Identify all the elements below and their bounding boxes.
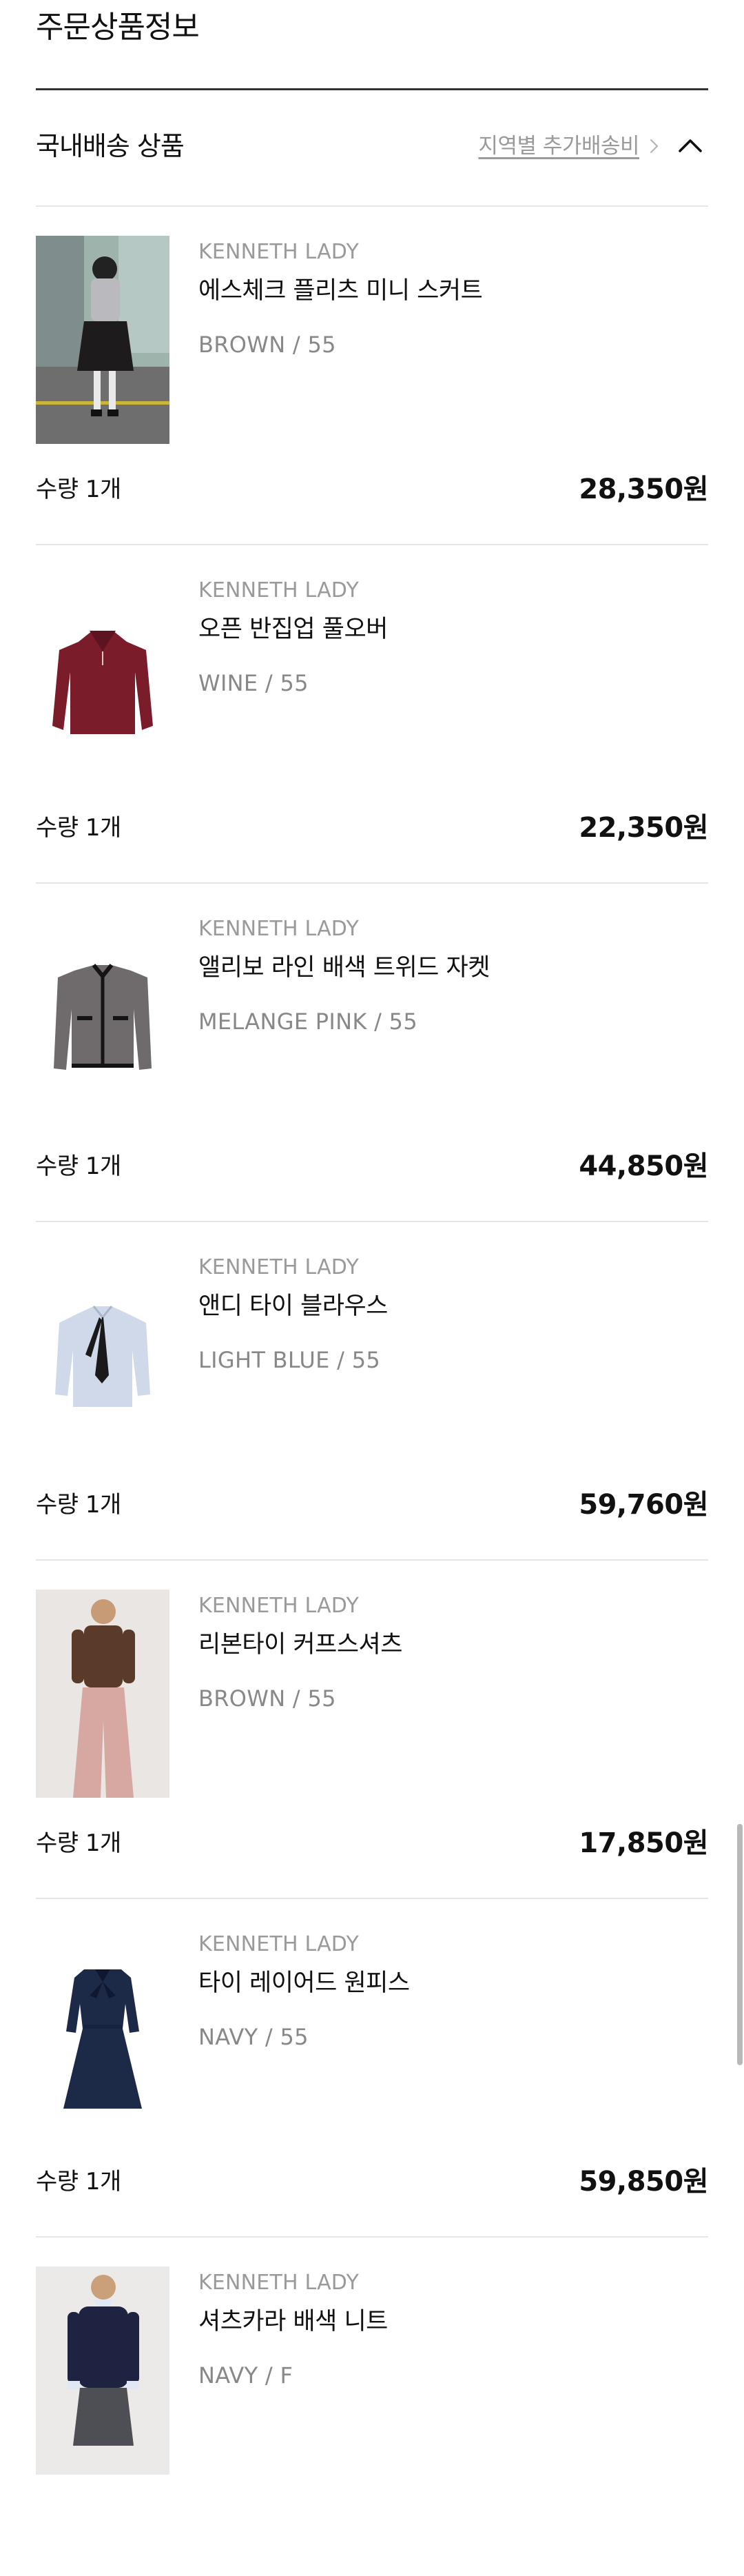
product-name[interactable]: 타이 레이어드 원피스: [198, 1967, 410, 2000]
order-item: KENNETH LADY 앤디 타이 블라우스 LIGHT BLUE / 55 …: [36, 1222, 708, 1561]
price: 22,350원: [579, 812, 708, 844]
quantity-label: 수량 1개: [36, 476, 121, 503]
order-item: KENNETH LADY 앨리보 라인 배색 트위드 자켓 MELANGE PI…: [36, 884, 708, 1222]
quantity-label: 수량 1개: [36, 1829, 121, 1857]
price: 59,850원: [579, 2166, 708, 2198]
product-image[interactable]: [36, 236, 169, 444]
regional-shipping-fee-link[interactable]: 지역별 추가배송비: [478, 130, 639, 163]
model-photo: [36, 1590, 169, 1798]
product-option: NAVY / 55: [198, 2024, 309, 2050]
product-image[interactable]: [36, 1251, 169, 1459]
scrollbar[interactable]: [737, 1824, 743, 2065]
product-image[interactable]: [36, 913, 169, 1121]
section-title: 주문상품정보: [36, 10, 200, 45]
product-option: LIGHT BLUE / 55: [198, 1347, 381, 1373]
price: 44,850원: [579, 1150, 708, 1182]
brand-name: KENNETH LADY: [198, 578, 359, 602]
product-name[interactable]: 앨리보 라인 배색 트위드 자켓: [198, 951, 490, 984]
brand-name: KENNETH LADY: [198, 1594, 359, 1618]
quantity-label: 수량 1개: [36, 1153, 121, 1180]
order-item: KENNETH LADY 에스체크 플리츠 미니 스커트 BROWN / 55 …: [36, 207, 708, 545]
product-name[interactable]: 에스체크 플리츠 미니 스커트: [198, 274, 483, 307]
brand-name: KENNETH LADY: [198, 2271, 359, 2295]
brand-name: KENNETH LADY: [198, 917, 359, 941]
brand-name: KENNETH LADY: [198, 240, 359, 264]
product-option: WINE / 55: [198, 670, 309, 696]
product-image[interactable]: [36, 1590, 169, 1798]
product-image[interactable]: [36, 2266, 169, 2475]
domestic-shipping-header: 국내배송 상품 지역별 추가배송비: [36, 124, 708, 168]
order-item: KENNETH LADY 리본타이 커프스셔츠 BROWN / 55 수량 1개…: [36, 1561, 708, 1899]
product-image[interactable]: [36, 574, 169, 782]
quantity-label: 수량 1개: [36, 814, 121, 842]
product-name[interactable]: 셔츠카라 배색 니트: [198, 2305, 388, 2338]
blouse-image: [36, 1251, 169, 1459]
product-name[interactable]: 앤디 타이 블라우스: [198, 1290, 388, 1323]
product-option: NAVY / F: [198, 2362, 293, 2389]
model-photo: [36, 236, 169, 444]
product-name[interactable]: 리본타이 커프스셔츠: [198, 1628, 402, 1661]
quantity-label: 수량 1개: [36, 2168, 121, 2195]
price: 59,760원: [579, 1489, 708, 1521]
price: 28,350원: [579, 474, 708, 505]
brand-name: KENNETH LADY: [198, 1932, 359, 1956]
product-image[interactable]: [36, 1928, 169, 2136]
collapse-toggle-button[interactable]: [672, 128, 708, 164]
tweed-jacket-image: [36, 913, 169, 1121]
group-title: 국내배송 상품: [36, 131, 185, 161]
product-option: BROWN / 55: [198, 1685, 336, 1712]
order-item: KENNETH LADY 오픈 반집업 풀오버 WINE / 55 수량 1개 …: [36, 545, 708, 884]
chevron-right-icon: [650, 139, 659, 154]
product-option: MELANGE PINK / 55: [198, 1008, 418, 1035]
section-divider: [36, 88, 708, 90]
product-name[interactable]: 오픈 반집업 풀오버: [198, 613, 388, 646]
quantity-label: 수량 1개: [36, 1491, 121, 1519]
product-option: BROWN / 55: [198, 332, 336, 358]
order-item: KENNETH LADY 셔츠카라 배색 니트 NAVY / F: [36, 2238, 708, 2576]
order-item: KENNETH LADY 타이 레이어드 원피스 NAVY / 55 수량 1개…: [36, 1899, 708, 2238]
price: 17,850원: [579, 1827, 708, 1859]
chevron-up-icon: [679, 139, 702, 152]
dress-image: [36, 1928, 169, 2136]
model-photo: [36, 2266, 169, 2475]
item-list: KENNETH LADY 에스체크 플리츠 미니 스커트 BROWN / 55 …: [36, 207, 708, 2576]
pullover-image: [36, 574, 169, 782]
brand-name: KENNETH LADY: [198, 1255, 359, 1279]
